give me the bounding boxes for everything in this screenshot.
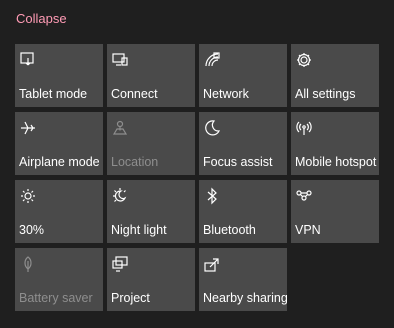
leaf-icon	[19, 255, 37, 273]
tile-night-light[interactable]: Night light	[107, 180, 195, 243]
tile-label: Focus assist	[203, 155, 273, 169]
tile-label: Battery saver	[19, 291, 93, 305]
quick-actions-grid: Tablet mode Connect Network All settings	[15, 44, 379, 311]
tile-vpn[interactable]: VPN	[291, 180, 379, 243]
tablet-mode-icon	[19, 51, 37, 69]
location-icon	[111, 119, 129, 137]
empty-tile-slot	[291, 248, 379, 311]
tile-airplane-mode[interactable]: Airplane mode	[15, 112, 103, 175]
tile-label: Network	[203, 87, 249, 101]
tile-label: VPN	[295, 223, 321, 237]
tile-label: Location	[111, 155, 159, 169]
vpn-icon	[295, 187, 313, 205]
night-light-icon	[111, 187, 129, 205]
collapse-link[interactable]: Collapse	[16, 11, 67, 26]
network-icon	[203, 51, 221, 69]
tile-all-settings[interactable]: All settings	[291, 44, 379, 107]
tile-network[interactable]: Network	[199, 44, 287, 107]
gear-icon	[295, 51, 313, 69]
tile-label: Project	[111, 291, 150, 305]
tile-label: 30%	[19, 223, 45, 237]
moon-icon	[203, 119, 221, 137]
tile-label: All settings	[295, 87, 356, 101]
project-icon	[111, 255, 129, 273]
tile-tablet-mode[interactable]: Tablet mode	[15, 44, 103, 107]
tile-label: Nearby sharing	[203, 291, 288, 305]
airplane-icon	[19, 119, 37, 137]
tile-label: Connect	[111, 87, 158, 101]
tile-label: Airplane mode	[19, 155, 100, 169]
tile-connect[interactable]: Connect	[107, 44, 195, 107]
connect-icon	[111, 51, 129, 69]
tile-label: Mobile hotspot	[295, 155, 377, 169]
tile-brightness[interactable]: 30%	[15, 180, 103, 243]
brightness-icon	[19, 187, 37, 205]
tile-battery-saver[interactable]: Battery saver	[15, 248, 103, 311]
share-icon	[203, 255, 221, 273]
tile-label: Bluetooth	[203, 223, 256, 237]
bluetooth-icon	[203, 187, 221, 205]
tile-bluetooth[interactable]: Bluetooth	[199, 180, 287, 243]
action-center-quick-actions: Collapse Tablet mode Connect Network All…	[0, 0, 394, 328]
hotspot-icon	[295, 119, 313, 137]
tile-label: Tablet mode	[19, 87, 88, 101]
tile-label: Night light	[111, 223, 167, 237]
tile-nearby-sharing[interactable]: Nearby sharing	[199, 248, 288, 311]
tile-mobile-hotspot[interactable]: Mobile hotspot	[291, 112, 379, 175]
tile-location[interactable]: Location	[107, 112, 195, 175]
tile-focus-assist[interactable]: Focus assist	[199, 112, 287, 175]
tile-project[interactable]: Project	[107, 248, 195, 311]
